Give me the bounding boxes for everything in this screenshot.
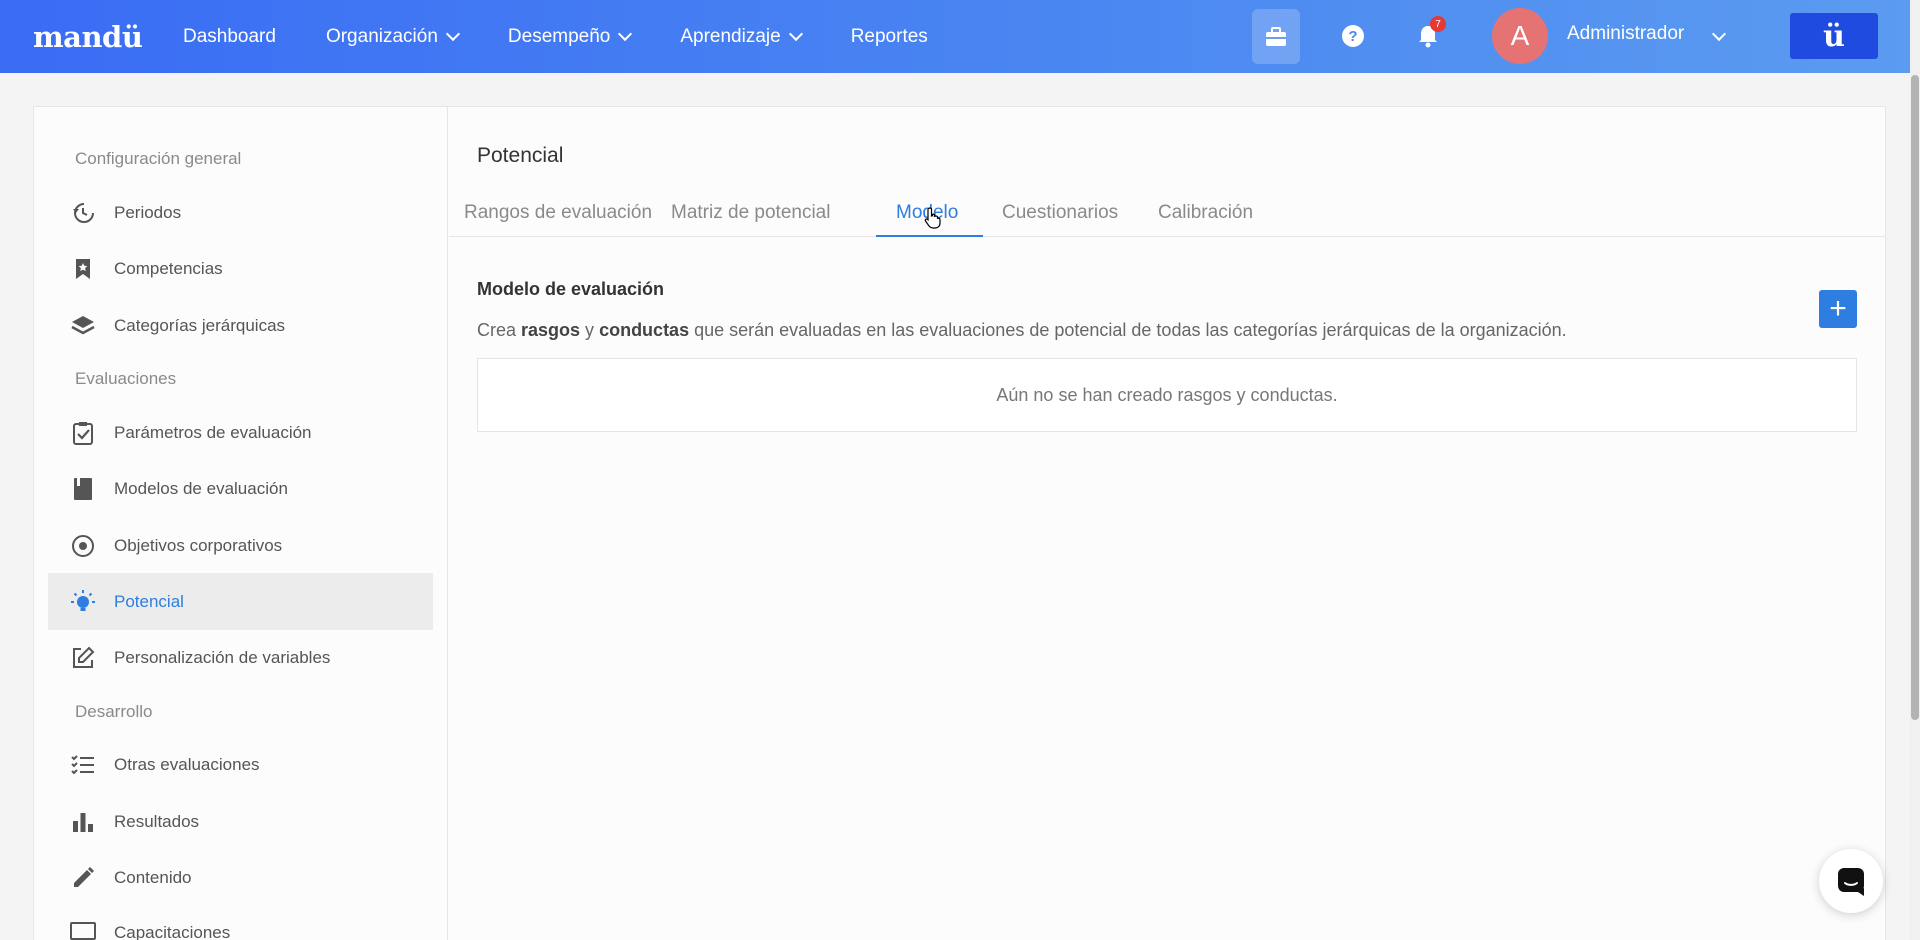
sidebar-item-label: Personalización de variables bbox=[114, 647, 331, 667]
sidebar-item-competencias[interactable]: Competencias bbox=[48, 240, 433, 297]
lightbulb-icon bbox=[70, 589, 96, 615]
empty-state: Aún no se han creado rasgos y conductas. bbox=[477, 358, 1857, 432]
desc-suffix: que serán evaluadas en las evaluaciones … bbox=[689, 320, 1567, 340]
sidebar-item-label: Contenido bbox=[114, 867, 192, 887]
chat-button[interactable] bbox=[1819, 849, 1883, 913]
sidebar-item-label: Modelos de evaluación bbox=[114, 478, 288, 498]
settings-sidebar: Configuración general Periodos Competenc… bbox=[34, 107, 448, 940]
sidebar-item-label: Otras evaluaciones bbox=[114, 754, 260, 774]
sidebar-item-resultados[interactable]: Resultados bbox=[48, 793, 433, 850]
nav-reportes-label: Reportes bbox=[850, 25, 928, 47]
nav-desempeno[interactable]: Desempeño bbox=[507, 25, 633, 48]
empty-state-text: Aún no se han creado rasgos y conductas. bbox=[996, 384, 1338, 405]
active-tab-indicator bbox=[876, 235, 983, 237]
history-icon bbox=[70, 200, 96, 226]
edit-icon bbox=[70, 645, 96, 671]
app-logo[interactable]: mandü bbox=[33, 20, 183, 54]
briefcase-button[interactable] bbox=[1252, 9, 1300, 64]
sidebar-item-label: Categorías jerárquicas bbox=[114, 315, 286, 335]
bookmark-icon bbox=[70, 256, 96, 282]
notification-badge: 7 bbox=[1430, 16, 1446, 32]
sidebar-item-modelos[interactable]: Modelos de evaluación bbox=[48, 460, 433, 517]
sidebar-item-personalizacion[interactable]: Personalización de variables bbox=[48, 629, 433, 686]
sidebar-item-objetivos[interactable]: Objetivos corporativos bbox=[48, 517, 433, 574]
desc-mid: y bbox=[580, 320, 600, 340]
nav-dashboard[interactable]: Dashboard bbox=[183, 26, 276, 48]
nav-aprendizaje-label: Aprendizaje bbox=[680, 25, 781, 47]
sidebar-item-periodos[interactable]: Periodos bbox=[48, 184, 433, 241]
clipboard-check-icon bbox=[70, 420, 96, 446]
target-icon bbox=[70, 533, 96, 559]
hand-cursor-icon bbox=[924, 207, 941, 229]
help-icon[interactable]: ? bbox=[1342, 25, 1364, 47]
sidebar-item-otras-evaluaciones[interactable]: Otras evaluaciones bbox=[48, 736, 433, 793]
sidebar-item-label: Parámetros de evaluación bbox=[114, 422, 312, 442]
bar-chart-icon bbox=[70, 809, 96, 835]
sidebar-section-title: Configuración general bbox=[75, 149, 242, 168]
add-button[interactable]: + bbox=[1819, 290, 1857, 328]
top-navbar: mandü Dashboard Organización Desempeño A… bbox=[0, 0, 1910, 73]
page-title: Potencial bbox=[477, 144, 564, 167]
sidebar-item-label: Competencias bbox=[114, 258, 223, 278]
chevron-down-icon[interactable] bbox=[1711, 26, 1727, 42]
nav-dashboard-label: Dashboard bbox=[183, 25, 276, 47]
sidebar-item-label: Potencial bbox=[114, 591, 184, 611]
layers-icon bbox=[70, 313, 96, 339]
sidebar-item-categorias[interactable]: Categorías jerárquicas bbox=[48, 297, 433, 354]
checklist-icon bbox=[70, 752, 96, 778]
sidebar-item-capacitaciones[interactable]: Capacitaciones bbox=[48, 904, 433, 940]
chevron-down-icon bbox=[788, 26, 803, 41]
nav-aprendizaje[interactable]: Aprendizaje bbox=[680, 25, 803, 48]
tab-bar: Rangos de evaluación Matriz de potencial… bbox=[449, 177, 1885, 237]
nav-organizacion[interactable]: Organización bbox=[325, 25, 460, 48]
chevron-down-icon bbox=[618, 26, 633, 41]
sidebar-item-potencial[interactable]: Potencial bbox=[48, 573, 433, 630]
sidebar-section-title: Evaluaciones bbox=[75, 369, 177, 388]
scrollbar-thumb[interactable] bbox=[1911, 75, 1919, 720]
nav-desempeno-label: Desempeño bbox=[507, 25, 611, 47]
tab-cuestionarios[interactable]: Cuestionarios bbox=[1002, 202, 1118, 224]
desc-bold-rasgos: rasgos bbox=[521, 320, 581, 340]
pencil-icon bbox=[70, 865, 96, 891]
sidebar-item-label: Objetivos corporativos bbox=[114, 535, 283, 555]
user-name[interactable]: Administrador bbox=[1567, 23, 1684, 45]
sidebar-item-contenido[interactable]: Contenido bbox=[48, 849, 433, 906]
sidebar-item-parametros[interactable]: Parámetros de evaluación bbox=[48, 404, 433, 461]
section-description: Crea rasgos y conductas que serán evalua… bbox=[477, 320, 1567, 341]
sidebar-section-title: Desarrollo bbox=[75, 702, 153, 721]
book-icon bbox=[70, 476, 96, 502]
sidebar-item-label: Resultados bbox=[114, 811, 200, 831]
main-content: Potencial Rangos de evaluación Matriz de… bbox=[449, 107, 1885, 940]
tab-matriz[interactable]: Matriz de potencial bbox=[671, 202, 830, 224]
settings-card: Configuración general Periodos Competenc… bbox=[33, 106, 1886, 940]
sidebar-item-label: Capacitaciones bbox=[114, 922, 231, 940]
brand-button[interactable]: ü bbox=[1790, 13, 1878, 59]
chevron-down-icon bbox=[445, 26, 460, 41]
avatar[interactable]: A bbox=[1492, 8, 1548, 64]
desc-bold-conductas: conductas bbox=[599, 320, 690, 340]
sidebar-item-label: Periodos bbox=[114, 202, 182, 222]
briefcase-icon bbox=[1266, 26, 1286, 46]
page-scrollbar[interactable] bbox=[1910, 0, 1920, 940]
desc-prefix: Crea bbox=[477, 320, 522, 340]
nav-reportes[interactable]: Reportes bbox=[851, 26, 928, 48]
monitor-icon bbox=[70, 920, 96, 940]
nav-organizacion-label: Organización bbox=[325, 25, 438, 47]
tab-rangos[interactable]: Rangos de evaluación bbox=[464, 202, 652, 224]
tab-calibracion[interactable]: Calibración bbox=[1158, 202, 1253, 224]
chat-icon bbox=[1838, 868, 1864, 896]
section-heading: Modelo de evaluación bbox=[477, 279, 665, 299]
